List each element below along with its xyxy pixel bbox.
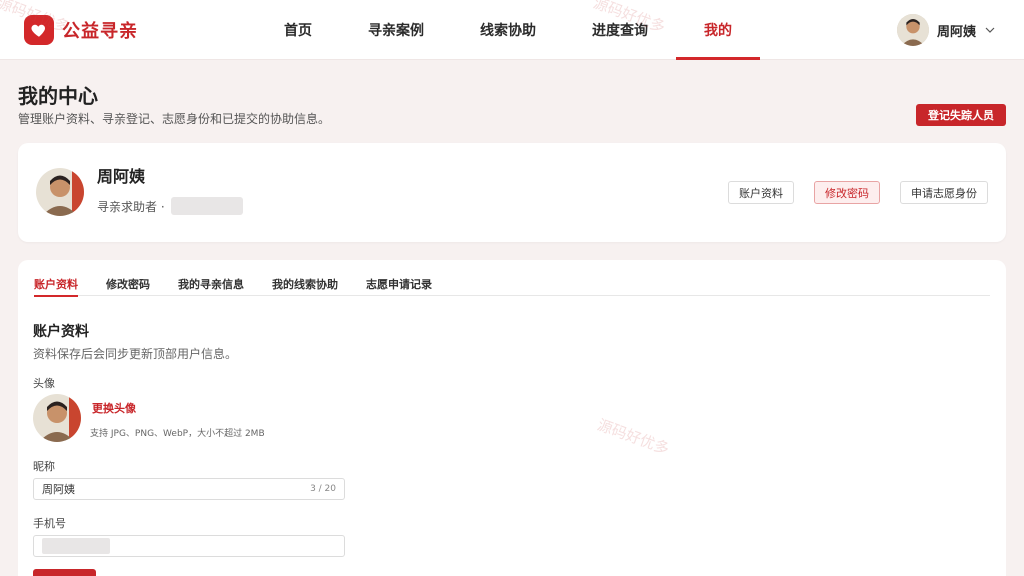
tab-account[interactable]: 账户资料 xyxy=(34,272,78,297)
heart-icon xyxy=(24,15,54,45)
change-password-button[interactable]: 修改密码 xyxy=(814,181,880,204)
profile-actions: 账户资料 修改密码 申请志愿身份 xyxy=(728,181,988,204)
user-menu[interactable]: 周阿姨 xyxy=(896,14,996,46)
avatar xyxy=(896,14,929,46)
nav-home[interactable]: 首页 xyxy=(256,0,340,60)
nav-progress[interactable]: 进度查询 xyxy=(564,0,676,60)
nickname-label: 昵称 xyxy=(33,460,55,473)
tab-password[interactable]: 修改密码 xyxy=(106,272,150,296)
redacted-phone xyxy=(170,197,243,215)
account-panel: 账户资料 修改密码 我的寻亲信息 我的线索协助 志愿申请记录 账户资料 资料保存… xyxy=(18,260,1006,576)
profile-role: 寻亲求助者 · xyxy=(97,197,243,215)
avatar-label: 头像 xyxy=(33,377,55,390)
nav-mine[interactable]: 我的 xyxy=(676,0,760,60)
logo[interactable]: 公益寻亲 xyxy=(24,14,138,46)
avatar xyxy=(36,168,84,216)
page-subtitle: 管理账户资料、寻亲登记、志愿身份和已提交的协助信息。 xyxy=(18,112,331,126)
nav-cases[interactable]: 寻亲案例 xyxy=(340,0,452,60)
nav-clues[interactable]: 线索协助 xyxy=(452,0,564,60)
avatar[interactable] xyxy=(33,394,81,442)
nickname-counter: 3 / 20 xyxy=(310,484,336,494)
save-button[interactable] xyxy=(33,569,96,576)
account-profile-button[interactable]: 账户资料 xyxy=(728,181,794,204)
section-subtitle: 资料保存后会同步更新顶部用户信息。 xyxy=(33,347,238,361)
logo-text: 公益寻亲 xyxy=(62,21,138,42)
nickname-input[interactable]: 周阿姨 3 / 20 xyxy=(33,478,345,500)
phone-label: 手机号 xyxy=(33,517,66,530)
avatar-hint: 支持 JPG、PNG、WebP，大小不超过 2MB xyxy=(90,429,265,439)
profile-name: 周阿姨 xyxy=(97,167,146,186)
phone-input[interactable] xyxy=(33,535,345,557)
profile-role-text: 寻亲求助者 · xyxy=(97,199,165,214)
tab-my-search[interactable]: 我的寻亲信息 xyxy=(178,272,244,296)
page-title: 我的中心 xyxy=(18,84,98,108)
change-avatar-link[interactable]: 更换头像 xyxy=(92,400,136,416)
profile-tabs: 账户资料 修改密码 我的寻亲信息 我的线索协助 志愿申请记录 xyxy=(34,272,990,297)
nickname-value: 周阿姨 xyxy=(42,483,75,496)
top-navigation-bar: 公益寻亲 首页 寻亲案例 线索协助 进度查询 我的 周阿姨 xyxy=(0,0,1024,60)
tab-my-clues[interactable]: 我的线索协助 xyxy=(272,272,338,296)
redacted-phone xyxy=(42,538,110,554)
profile-card: 周阿姨 寻亲求助者 · 账户资料 修改密码 申请志愿身份 xyxy=(18,143,1006,242)
main-nav: 首页 寻亲案例 线索协助 进度查询 我的 xyxy=(256,0,760,60)
apply-volunteer-button[interactable]: 申请志愿身份 xyxy=(900,181,988,204)
section-title: 账户资料 xyxy=(33,324,89,340)
user-name: 周阿姨 xyxy=(936,24,976,40)
chevron-down-icon xyxy=(984,21,996,40)
register-missing-person-button[interactable]: 登记失踪人员 xyxy=(916,104,1006,126)
tab-volunteer-records[interactable]: 志愿申请记录 xyxy=(366,272,432,296)
